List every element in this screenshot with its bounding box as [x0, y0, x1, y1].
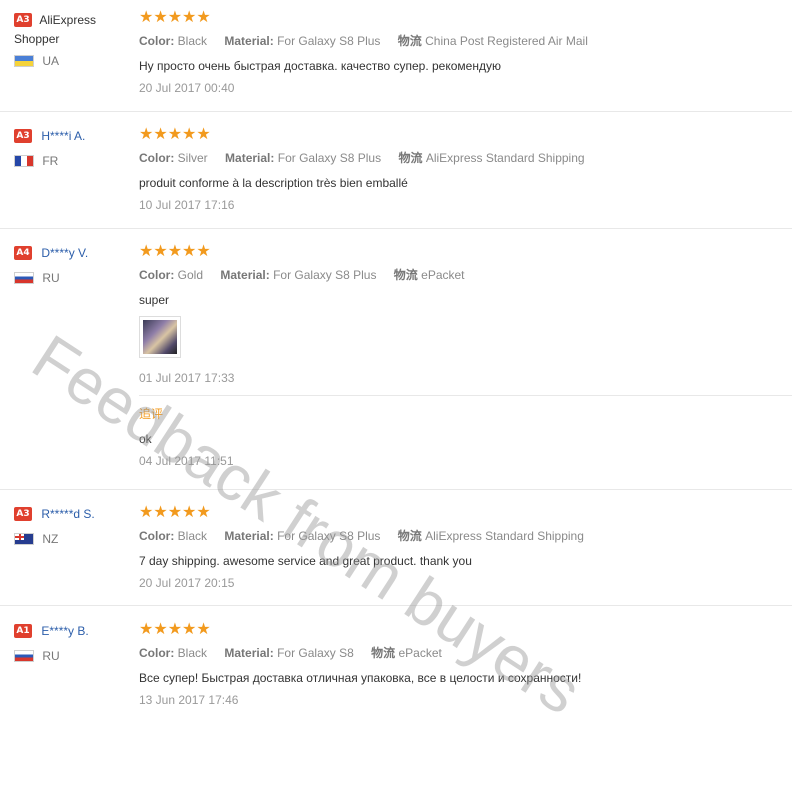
review-text: Ну просто очень быстрая доставка. качест…	[139, 59, 501, 73]
review-photo-thumbnail[interactable]	[139, 316, 181, 358]
review-date: 20 Jul 2017 20:15	[139, 576, 235, 590]
shipping-value: China Post Registered Air Mail	[425, 34, 588, 48]
buyer-country: UA	[42, 54, 60, 69]
buyer-level-badge: A3	[14, 12, 32, 27]
review-date: 13 Jun 2017 17:46	[139, 693, 239, 707]
color-label: Color:	[139, 529, 175, 543]
review-text: 7 day shipping. awesome service and grea…	[139, 554, 472, 568]
rating-stars: ★★★★★	[139, 7, 211, 26]
buyer-level-badge: A3	[14, 128, 32, 143]
shipping-value: AliExpress Standard Shipping	[425, 151, 585, 165]
material-value: For Galaxy S8 Plus	[273, 268, 377, 282]
review-photo-image	[143, 320, 177, 354]
color-value: Silver	[177, 151, 208, 165]
shipping-value: ePacket	[421, 268, 465, 282]
follow-up-label: 追评	[139, 407, 164, 421]
color-value: Black	[177, 646, 208, 660]
rating-stars: ★★★★★	[139, 124, 211, 143]
material-label: Material:	[224, 646, 274, 660]
color-value: Gold	[177, 268, 204, 282]
color-value: Black	[177, 34, 208, 48]
review-date: 01 Jul 2017 17:33	[139, 371, 235, 385]
rating-stars: ★★★★★	[139, 241, 211, 260]
append-divider	[139, 395, 792, 396]
buyer-country: RU	[42, 648, 60, 663]
buyer-name[interactable]: D****y V.	[41, 246, 88, 260]
review-text: produit conforme à la description très b…	[139, 176, 408, 190]
buyer-name[interactable]: R*****d S.	[41, 507, 94, 521]
order-attributes: Color: Gold Material: For Galaxy S8 Plus…	[139, 267, 779, 283]
review-item: A3 AliExpress Shopper UA ★★★★★ Color: Bl…	[0, 0, 792, 112]
material-label: Material:	[224, 529, 274, 543]
russia-flag-icon	[14, 271, 34, 284]
buyer-level-badge: A1	[14, 623, 32, 638]
order-attributes: Color: Black Material: For Galaxy S8 Plu…	[139, 528, 779, 544]
buyer-country: FR	[42, 153, 59, 168]
material-value: For Galaxy S8 Plus	[277, 151, 382, 165]
shipping-value: AliExpress Standard Shipping	[425, 529, 584, 543]
shipping-label: 物流	[397, 529, 422, 543]
shipping-label: 物流	[393, 268, 418, 282]
rating-stars: ★★★★★	[139, 619, 211, 638]
buyer-country: NZ	[42, 531, 59, 546]
review-date: 20 Jul 2017 00:40	[139, 81, 235, 95]
review-item: A1 E****y B. RU ★★★★★ Color: Black Mater…	[0, 606, 792, 713]
buyer-name[interactable]: E****y B.	[41, 624, 88, 638]
color-label: Color:	[139, 268, 175, 282]
review-item: A3 H****i A. FR ★★★★★ Color: Silver Mate…	[0, 112, 792, 229]
order-attributes: Color: Black Material: For Galaxy S8 物流 …	[139, 645, 779, 661]
material-value: For Galaxy S8 Plus	[277, 34, 381, 48]
russia-flag-icon	[14, 649, 34, 662]
review-item: A3 R*****d S. NZ ★★★★★ Color: Black Mate…	[0, 490, 792, 606]
material-label: Material:	[224, 34, 274, 48]
review-item: A4 D****y V. RU ★★★★★ Color: Gold Materi…	[0, 229, 792, 490]
material-label: Material:	[220, 268, 270, 282]
color-label: Color:	[139, 646, 175, 660]
ukraine-flag-icon	[14, 55, 34, 68]
order-attributes: Color: Black Material: For Galaxy S8 Plu…	[139, 33, 779, 49]
material-label: Material:	[225, 151, 275, 165]
follow-up-date: 04 Jul 2017 11:51	[139, 454, 234, 468]
material-value: For Galaxy S8	[277, 646, 354, 660]
review-date: 10 Jul 2017 17:16	[139, 198, 235, 212]
material-value: For Galaxy S8 Plus	[277, 529, 381, 543]
shipping-label: 物流	[398, 151, 423, 165]
review-text: super	[139, 293, 170, 307]
buyer-level-badge: A4	[14, 245, 32, 260]
shipping-value: ePacket	[398, 646, 442, 660]
rating-stars: ★★★★★	[139, 502, 211, 521]
order-attributes: Color: Silver Material: For Galaxy S8 Pl…	[139, 150, 779, 166]
review-text: Все супер! Быстрая доставка отличная упа…	[139, 671, 582, 685]
buyer-country: RU	[42, 270, 60, 285]
new-zealand-flag-icon	[14, 532, 34, 545]
color-value: Black	[177, 529, 208, 543]
shipping-label: 物流	[397, 34, 422, 48]
buyer-level-badge: A3	[14, 506, 32, 521]
france-flag-icon	[14, 154, 34, 167]
buyer-name[interactable]: H****i A.	[41, 129, 85, 143]
shipping-label: 物流	[371, 646, 396, 660]
follow-up-text: ok	[139, 432, 152, 446]
color-label: Color:	[139, 151, 175, 165]
color-label: Color:	[139, 34, 175, 48]
